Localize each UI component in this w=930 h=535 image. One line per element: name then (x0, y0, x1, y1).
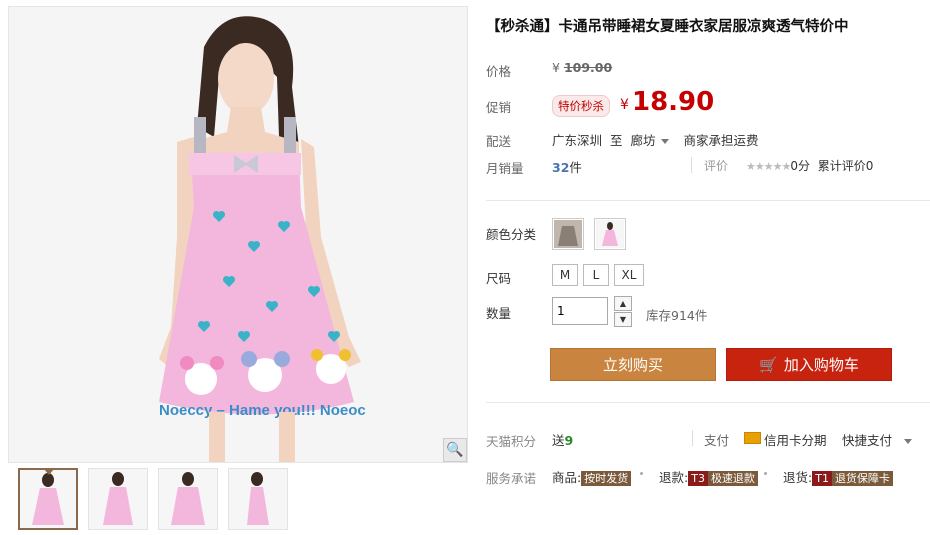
thumbnail-4[interactable] (228, 468, 288, 530)
shipping-label: 配送 (486, 134, 512, 149)
add-to-cart-label: 加入购物车 (783, 356, 859, 374)
service-item-goods: 商品: 按时发货 (552, 467, 632, 486)
ship-to-word: 至 (609, 133, 623, 148)
buy-now-button[interactable]: 立刻购买 (550, 348, 716, 381)
service-prefix: 退货: (783, 470, 813, 485)
dress-photo: Noeccy – Hame you!!! Noeoc (9, 7, 467, 462)
service-item-refund: 退款: T3 极速退款 (659, 467, 758, 486)
svg-text:Noeccy – Hame you!!! Noeoc: Noeccy – Hame you!!! Noeoc (159, 402, 366, 419)
quantity-label: 数量 (486, 306, 512, 321)
points-prefix: 送 (552, 433, 565, 448)
ship-from: 广东深圳 (552, 133, 603, 148)
promo-tag: 特价秒杀 (552, 95, 610, 117)
zoom-icon[interactable]: 🔍 (443, 438, 467, 462)
size-option-xl[interactable]: XL (614, 264, 644, 286)
monthly-sales: 32件 (552, 157, 582, 176)
main-product-image[interactable]: Noeccy – Hame you!!! Noeoc 🔍 (8, 6, 468, 463)
divider (692, 430, 693, 446)
review-count[interactable]: 累计评价0 (818, 159, 874, 173)
rating-score: 0分 (790, 159, 810, 173)
original-price: ¥ 109.00 (552, 60, 612, 75)
price-label: 价格 (486, 64, 512, 79)
service-prefix: 商品: (552, 470, 582, 485)
quick-pay-label: 快捷支付 (842, 433, 893, 448)
thumbnail-image (32, 473, 64, 525)
color-swatch-2[interactable] (594, 218, 626, 250)
rating-label: 评价 (704, 159, 729, 173)
color-label: 颜色分类 (486, 227, 537, 242)
swatch-image (554, 220, 582, 248)
thumbnail-image (247, 472, 269, 525)
points-label: 天猫积分 (486, 434, 537, 449)
divider (691, 157, 692, 173)
size-option-l[interactable]: L (583, 264, 609, 286)
product-title: 【秒杀通】卡通吊带睡裙女夏睡衣家居服凉爽透气特价中 (486, 19, 849, 35)
separator-dot (764, 472, 767, 475)
thumbnail-strip (18, 468, 288, 530)
service-prefix: 退款: (659, 470, 689, 485)
thumbnail-image (103, 472, 133, 525)
ship-destination[interactable]: 廊坊 (630, 133, 655, 148)
credit-card-icon (744, 432, 761, 444)
thumbnail-1[interactable] (18, 468, 78, 530)
service-tag[interactable]: T1 (812, 471, 832, 486)
increment-icon[interactable]: ▲ (614, 296, 632, 311)
sales-label: 月销量 (486, 161, 524, 176)
chevron-down-icon[interactable] (904, 439, 913, 444)
original-price-amount: 109.00 (563, 60, 613, 75)
sales-unit: 件 (569, 160, 582, 175)
service-item-return: 退货: T1 退货保障卡 (783, 467, 893, 486)
active-arrow-icon (44, 470, 54, 475)
decrement-icon[interactable]: ▼ (614, 312, 632, 327)
service-tag[interactable]: T3 (688, 471, 708, 486)
shipping-info: 广东深圳 至 廊坊 商家承担运费 (552, 130, 758, 149)
rating-block: 评价 ★★★★★0分 累计评价0 (704, 157, 874, 174)
sales-count: 32 (552, 160, 570, 175)
thumbnail-image (171, 472, 205, 525)
service-tag-detail[interactable]: 退货保障卡 (831, 471, 893, 486)
thumbnail-2[interactable] (88, 468, 148, 530)
swatch-image (596, 220, 624, 248)
color-swatch-1[interactable] (552, 218, 584, 250)
chevron-down-icon[interactable] (661, 139, 670, 144)
size-option-m[interactable]: M (552, 264, 578, 286)
quantity-input[interactable] (552, 297, 608, 325)
separator-dot (640, 472, 643, 475)
currency-symbol: ¥ (552, 60, 560, 75)
promo-label: 促销 (486, 100, 512, 115)
add-to-cart-button[interactable]: 🛒 加入购物车 (726, 348, 892, 381)
service-tag-detail[interactable]: 极速退款 (707, 471, 758, 486)
cart-icon: 🛒 (759, 355, 778, 374)
promo-price: 18.90 (632, 87, 715, 117)
points-amount: 9 (564, 433, 574, 448)
thumbnail-3[interactable] (158, 468, 218, 530)
stock-info: 库存914件 (646, 308, 708, 323)
ship-fee: 商家承担运费 (683, 133, 759, 148)
star-rating-icon: ★★★★★ (746, 160, 791, 173)
quick-pay[interactable]: 快捷支付 (842, 430, 926, 449)
credit-installment[interactable]: 信用卡分期 (764, 430, 827, 449)
payment-label: 支付 (704, 433, 730, 448)
service-tag[interactable]: 按时发货 (581, 471, 632, 486)
service-label: 服务承诺 (486, 471, 537, 486)
points-value: 送9 (552, 430, 573, 449)
divider (486, 402, 930, 403)
divider (486, 200, 930, 201)
size-label: 尺码 (486, 271, 512, 286)
promo-currency: ¥ (620, 97, 629, 113)
